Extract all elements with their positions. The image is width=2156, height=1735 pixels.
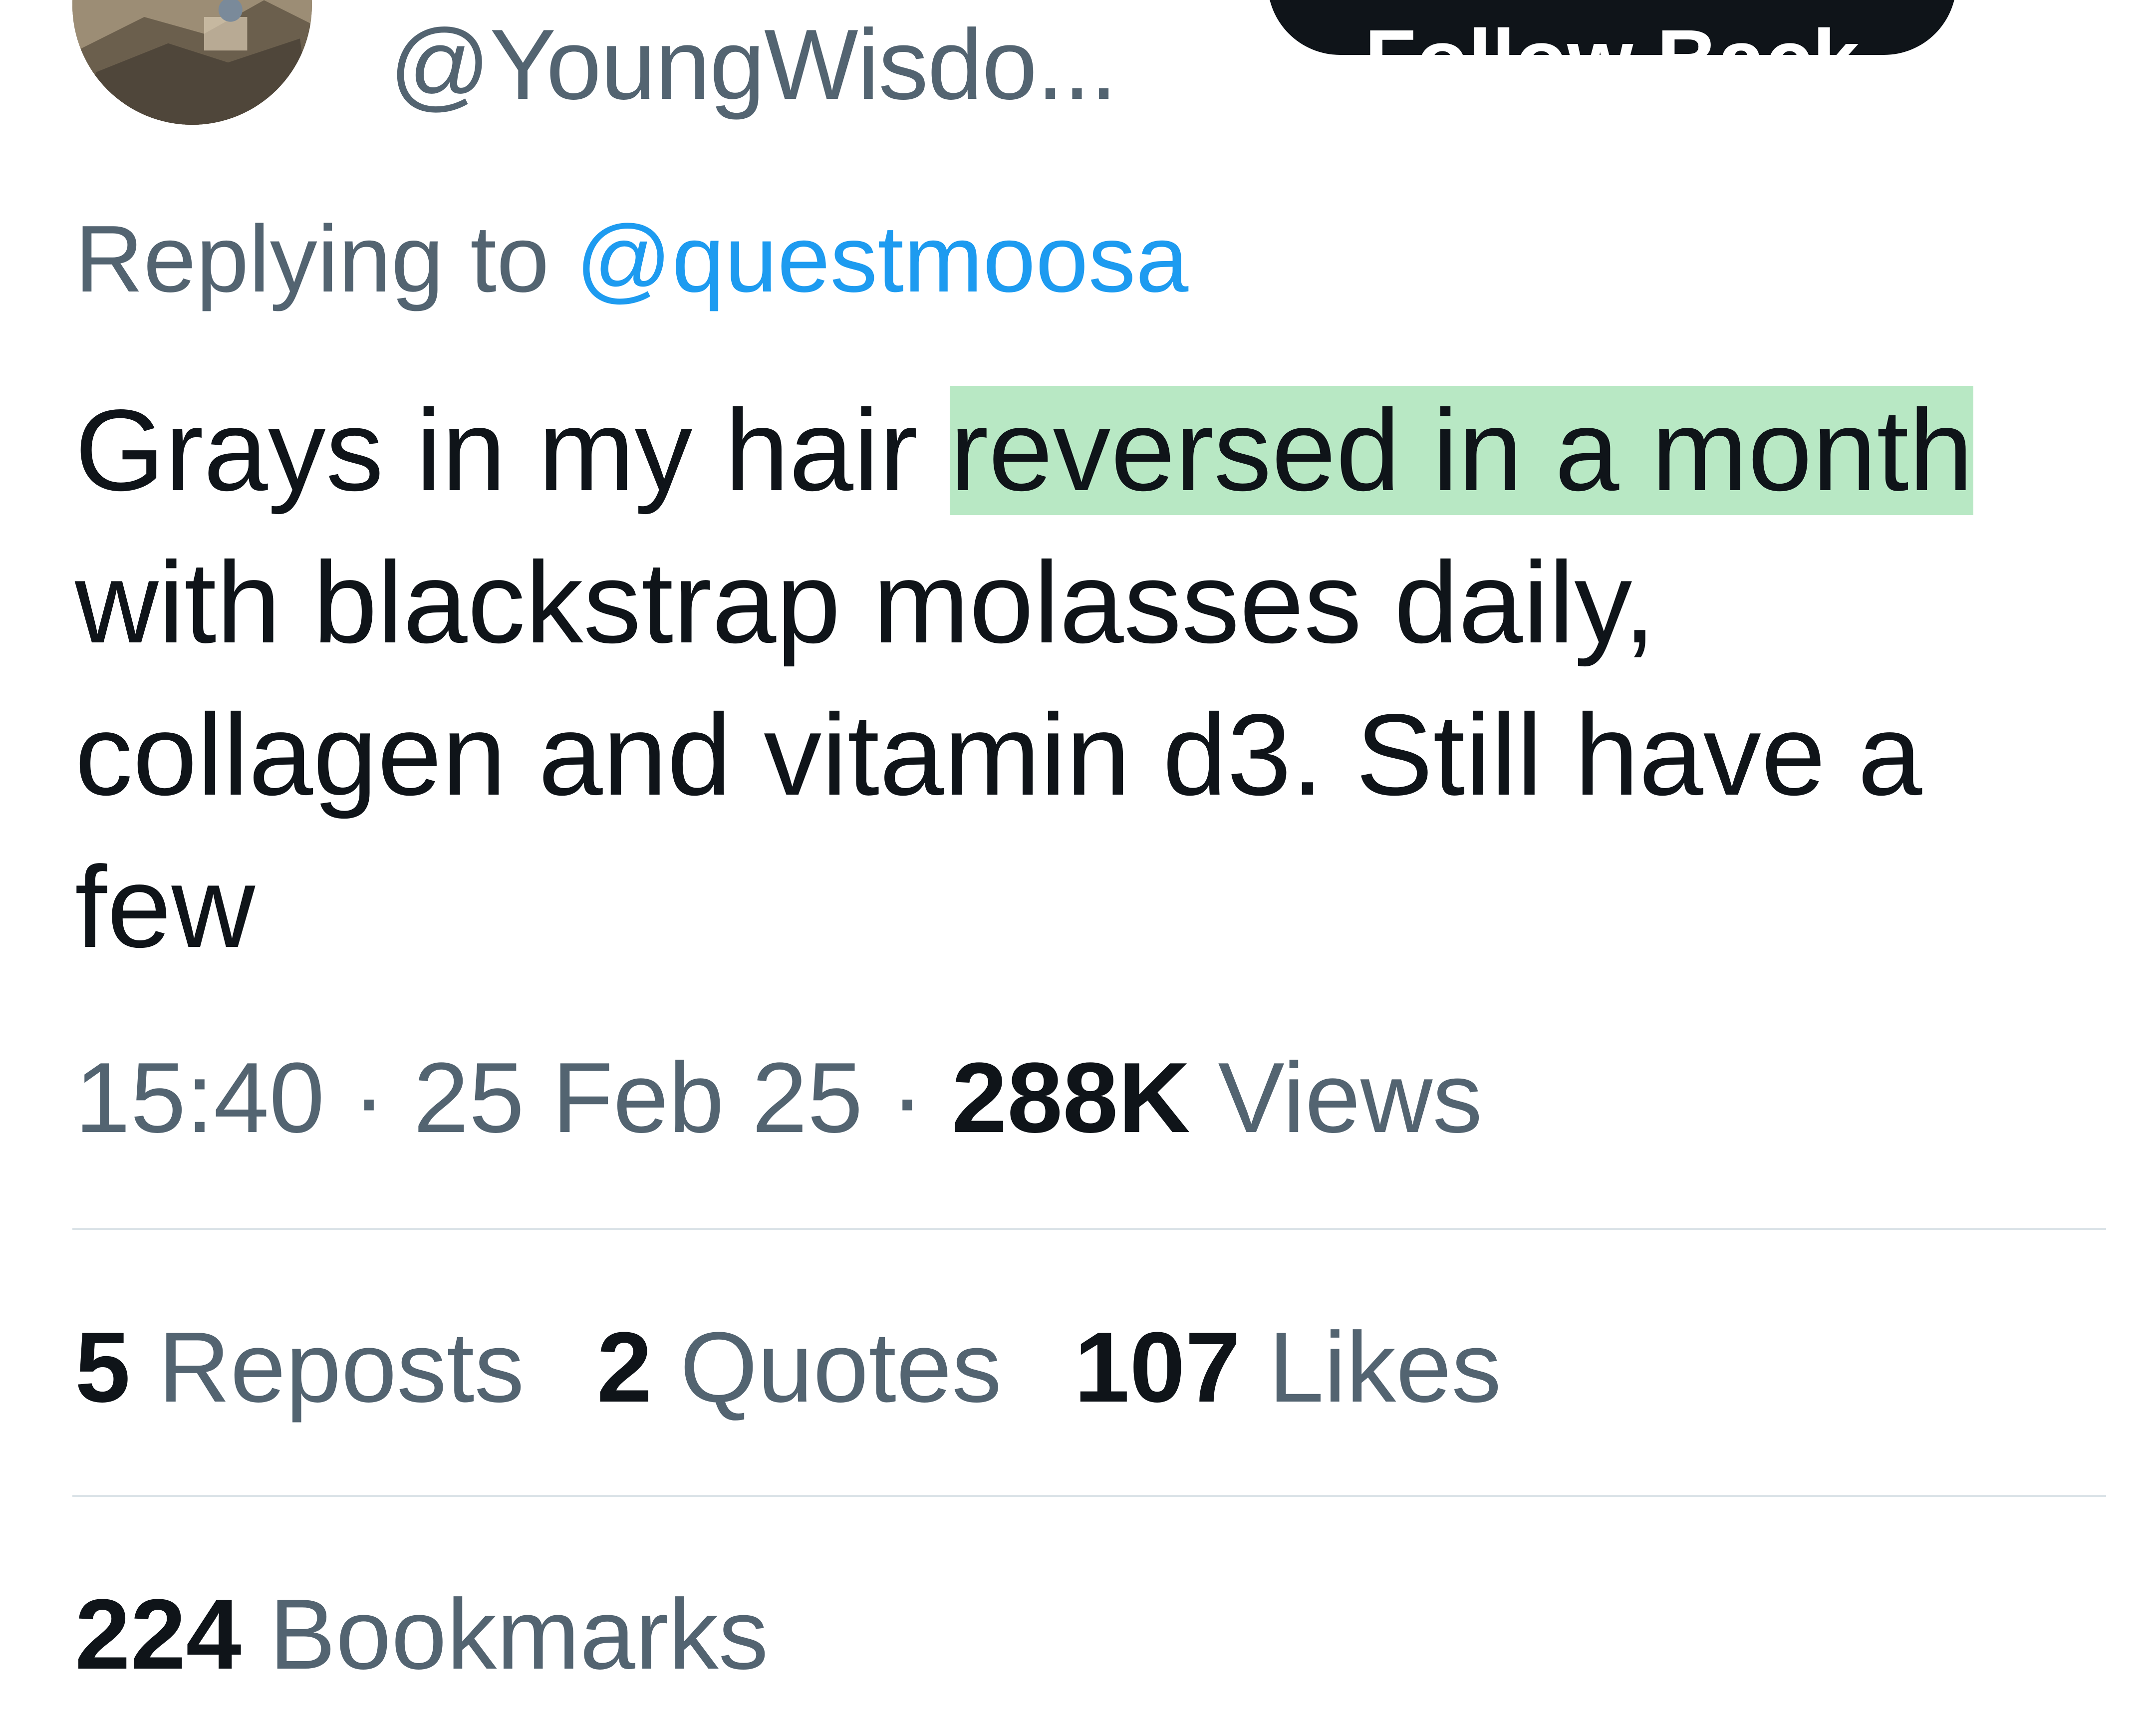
engagement-stats: 5 Reposts 2 Quotes 107 Likes (75, 1308, 1574, 1428)
bookmarks-count: 224 (75, 1579, 242, 1690)
tweet-date[interactable]: 25 Feb 25 (413, 1042, 863, 1154)
views-count: 288K (951, 1042, 1190, 1154)
divider (72, 1495, 2106, 1497)
avatar-image (72, 0, 312, 125)
tweet-text-after: with blackstrap molasses daily, collagen… (75, 538, 1922, 972)
reposts-stat[interactable]: 5 Reposts (75, 1308, 525, 1428)
tweet-text-before: Grays in my hair (75, 386, 950, 515)
quotes-label: Quotes (680, 1312, 1002, 1423)
bookmarks-stat[interactable]: 224 Bookmarks (75, 1575, 769, 1695)
tweet-text: Grays in my hair reversed in a month wit… (75, 374, 2096, 983)
likes-count: 107 (1074, 1312, 1241, 1423)
more-options-icon[interactable] (2026, 0, 2056, 25)
bookmarks-label: Bookmarks (269, 1579, 769, 1690)
quotes-stat[interactable]: 2 Quotes (597, 1308, 1002, 1428)
reposts-label: Reposts (158, 1312, 525, 1423)
likes-label: Likes (1268, 1312, 1502, 1423)
meta-separator: · (352, 1042, 386, 1154)
divider (72, 1228, 2106, 1230)
avatar[interactable] (72, 0, 312, 125)
reposts-count: 5 (75, 1312, 131, 1423)
tweet-text-highlight: reversed in a month (950, 386, 1973, 515)
meta-separator: · (890, 1042, 924, 1154)
reply-mention-link[interactable]: @questmoosa (575, 206, 1188, 312)
follow-back-label: Follow Back (1364, 11, 1860, 55)
tweet-time[interactable]: 15:40 (75, 1042, 325, 1154)
likes-stat[interactable]: 107 Likes (1074, 1308, 1501, 1428)
author-handle[interactable]: @YoungWisdo... (389, 15, 1117, 115)
reply-prefix: Replying to (75, 206, 549, 312)
reply-context: Replying to @questmoosa (75, 202, 1188, 316)
views-label: Views (1218, 1042, 1483, 1154)
quotes-count: 2 (596, 1312, 652, 1423)
tweet-meta: 15:40 · 25 Feb 25 · 288K Views (75, 1038, 1482, 1158)
follow-back-button[interactable]: Follow Back (1268, 0, 1956, 55)
